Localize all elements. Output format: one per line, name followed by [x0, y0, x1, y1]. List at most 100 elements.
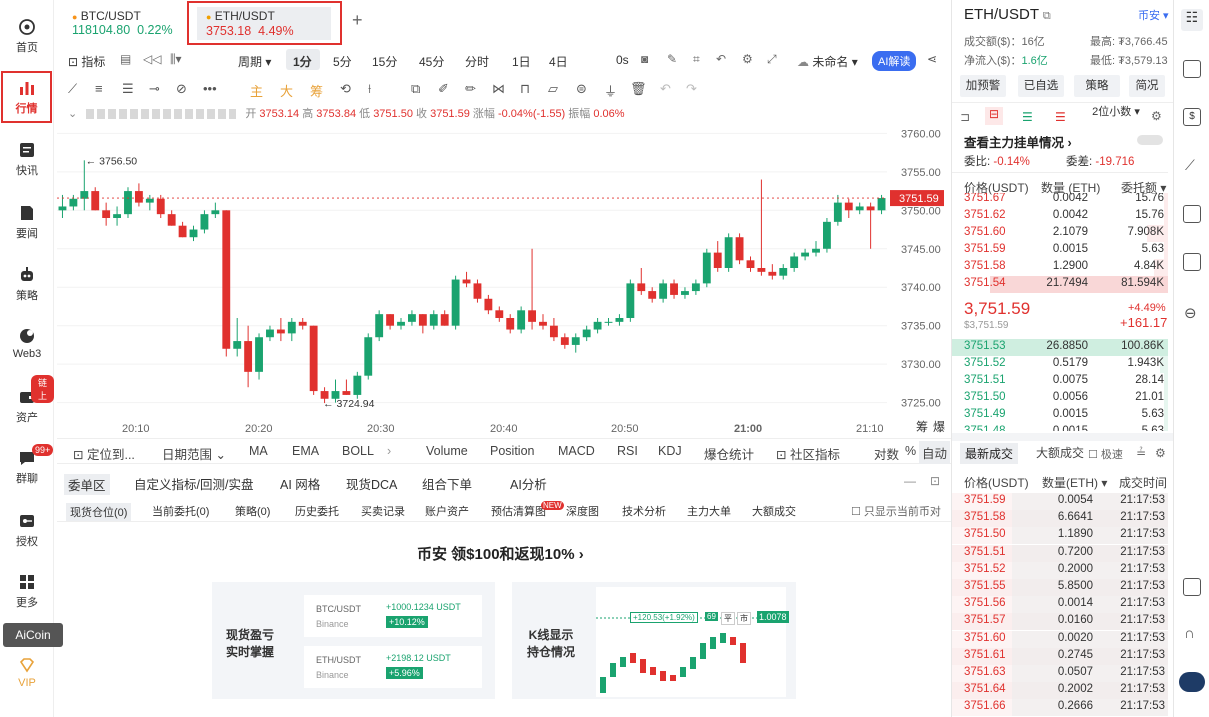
swap-icon[interactable]: ⊖	[1184, 304, 1197, 322]
candle-body[interactable]	[342, 391, 351, 395]
candle-body[interactable]	[790, 256, 799, 268]
order-tab-0[interactable]: 委单区	[64, 474, 110, 495]
candle-body[interactable]	[855, 206, 864, 211]
layout-dropdown[interactable]: ☁ 未命名 ▾	[797, 53, 858, 70]
magnet-icon[interactable]: ⋈	[492, 81, 505, 97]
candle-body[interactable]	[266, 329, 274, 338]
dollar-panel-icon[interactable]: $	[1183, 108, 1201, 126]
big-orders-toggle[interactable]	[1137, 135, 1163, 145]
candle-body[interactable]	[866, 206, 875, 211]
filter-icon[interactable]: ⏚	[604, 81, 617, 100]
candle-body[interactable]	[145, 198, 154, 203]
bid-row[interactable]: 3751.52 0.5179 1.943K	[952, 356, 1168, 373]
candle-body[interactable]	[255, 337, 263, 372]
big-trades-tab[interactable]: 大额成交	[1036, 444, 1084, 461]
lock-icon[interactable]: ⊓	[520, 81, 530, 97]
chevron-right-icon[interactable]: ›	[387, 444, 391, 458]
candle-body[interactable]	[69, 198, 78, 207]
calendar-icon[interactable]: ▤	[120, 52, 131, 66]
candle-body[interactable]	[167, 214, 176, 226]
dots-tool-icon[interactable]: •••	[203, 81, 217, 96]
indicator-boll[interactable]: BOLL	[342, 444, 374, 458]
indicator-macd[interactable]: MACD	[558, 444, 595, 458]
candle-body[interactable]	[462, 279, 471, 284]
order-subtab-1[interactable]: 当前委托(0)	[152, 503, 209, 519]
chip-label[interactable]: 筹	[916, 418, 928, 435]
main-force-tool[interactable]: 主	[250, 81, 263, 100]
doc-panel-icon[interactable]	[1183, 60, 1201, 78]
order-subtab-7[interactable]: 深度图	[566, 503, 599, 519]
candle-body[interactable]	[593, 321, 602, 330]
candle-body[interactable]	[560, 337, 569, 345]
candle-body[interactable]	[659, 283, 668, 299]
refresh-zero[interactable]: 0s	[616, 53, 629, 67]
candle-body[interactable]	[484, 298, 493, 311]
sidebar-item-home[interactable]: 首页	[0, 18, 54, 55]
candle-body[interactable]	[539, 321, 547, 326]
candle-body[interactable]	[429, 314, 438, 326]
candle-body[interactable]	[473, 283, 482, 299]
undo-draw-icon[interactable]: ↶	[660, 81, 671, 97]
interval-5[interactable]: 1日	[512, 53, 531, 70]
order-tab-3[interactable]: 现货DCA	[346, 474, 397, 493]
pair-title[interactable]: ETH/USDT ⧉	[964, 6, 1051, 23]
sidebar-item-strategy[interactable]: 策略	[0, 266, 54, 303]
locate-button[interactable]: ⊡ 定位到...	[73, 444, 135, 463]
eraser-icon[interactable]: ⊘	[176, 81, 187, 97]
copy-icon[interactable]: ⧉	[411, 81, 420, 97]
candle-body[interactable]	[648, 291, 657, 299]
candle-body[interactable]	[222, 210, 231, 349]
candle-body[interactable]	[506, 318, 515, 330]
percent-toggle[interactable]: %	[905, 444, 916, 458]
candle-body[interactable]	[386, 314, 395, 326]
edit-icon[interactable]: ▱	[548, 81, 558, 97]
trades-settings-icon[interactable]: ⚙	[1155, 446, 1166, 460]
layout-book-icon[interactable]: ⊟	[985, 107, 1003, 125]
ask-row[interactable]: 3751.58 1.2900 4.84K	[952, 259, 1168, 276]
period-dropdown[interactable]: 周期 ▾	[238, 53, 271, 70]
interval-6[interactable]: 4日	[549, 53, 568, 70]
candle-body[interactable]	[440, 314, 449, 326]
bid-row[interactable]: 3751.53 26.8850 100.86K	[952, 339, 1168, 356]
chart-panel-icon[interactable]	[1183, 205, 1201, 223]
candle-body[interactable]	[124, 191, 132, 215]
expand-icon[interactable]: ⊡	[930, 474, 940, 488]
indicator-position[interactable]: Position	[490, 444, 534, 458]
order-tab-2[interactable]: AI 网格	[280, 474, 320, 493]
bid-row[interactable]: 3751.50 0.0056 21.01	[952, 390, 1168, 407]
candle-body[interactable]	[80, 191, 89, 199]
tab-eth[interactable]: ● ETH/USDT 3753.18 4.49%	[187, 1, 342, 45]
pen-icon[interactable]: ✎	[667, 52, 677, 66]
candle-body[interactable]	[408, 314, 416, 322]
redo-draw-icon[interactable]: ↷	[686, 81, 697, 97]
fast-checkbox[interactable]: ☐ 极速	[1088, 446, 1123, 462]
candle-body[interactable]	[517, 310, 526, 330]
ai-interpret-button[interactable]: AI解读	[872, 51, 917, 71]
settings-icon[interactable]: ⚙	[742, 52, 753, 66]
indicator-爆仓统计[interactable]: 爆仓统计	[704, 444, 754, 463]
sync-icon[interactable]: ⟲	[340, 81, 351, 97]
community-indicators-button[interactable]: ⊡ 社区指标	[776, 444, 840, 463]
candle-body[interactable]	[626, 283, 635, 318]
candle-body[interactable]	[768, 271, 777, 276]
candle-body[interactable]	[364, 337, 373, 376]
hline-tool-icon[interactable]: ≡	[95, 81, 103, 96]
order-tab-5[interactable]: AI分析	[510, 474, 547, 493]
orderbook-settings-icon[interactable]: ⚙	[1151, 109, 1162, 123]
candle-body[interactable]	[681, 291, 689, 295]
rewind-icon[interactable]: ◁◁	[143, 52, 161, 66]
candle-body[interactable]	[276, 329, 285, 334]
candle-body[interactable]	[571, 337, 580, 345]
order-subtab-9[interactable]: 主力大单	[687, 503, 731, 519]
candle-body[interactable]	[779, 268, 788, 276]
candle-body[interactable]	[189, 229, 198, 238]
candle-body[interactable]	[691, 283, 700, 292]
candle-body[interactable]	[397, 321, 405, 326]
candle-type-icon[interactable]: ⫼▾	[170, 52, 182, 67]
candlestick-chart[interactable]: 3760.00 3755.00 3750.00 3745.00 3740.00 3735.…	[57, 118, 947, 438]
candle-body[interactable]	[200, 214, 209, 230]
candle-body[interactable]	[746, 260, 755, 268]
date-range-button[interactable]: 日期范围 ⌄	[162, 444, 226, 463]
camera-icon[interactable]: ◙	[641, 52, 648, 66]
ask-row[interactable]: 3751.60 2.1079 7.908K	[952, 225, 1168, 242]
